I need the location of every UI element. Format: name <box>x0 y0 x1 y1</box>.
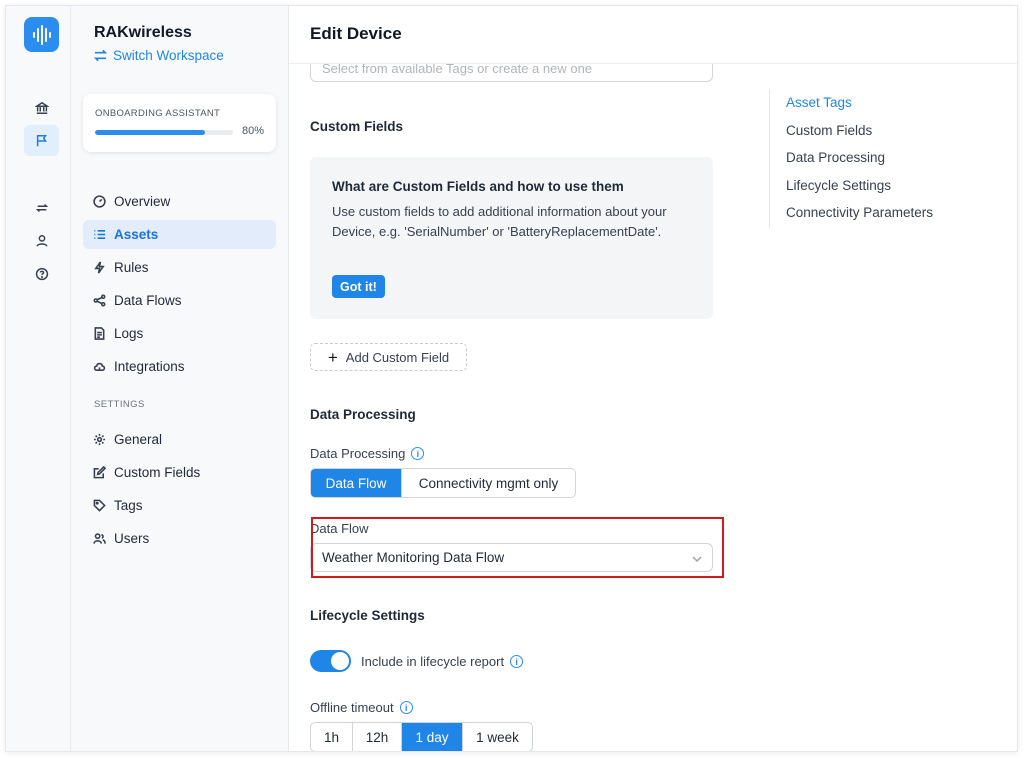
rail-help-button[interactable] <box>24 258 59 289</box>
connectivity-only-option[interactable]: Connectivity mgmt only <box>402 469 575 497</box>
swap-icon <box>35 203 48 212</box>
rail-swap-button[interactable] <box>24 192 59 223</box>
nav-item-rules[interactable]: Rules <box>83 253 276 282</box>
info-icon[interactable]: i <box>399 701 413 714</box>
lifecycle-section-title: Lifecycle Settings <box>310 608 425 623</box>
workspace-name: RAKwireless <box>94 24 192 41</box>
anchor-lifecycle-settings[interactable]: Lifecycle Settings <box>786 172 933 200</box>
data-flow-label: Data Flow <box>310 521 369 536</box>
got-it-button[interactable]: Got it! <box>332 275 385 298</box>
rail-flag-button[interactable] <box>24 125 59 156</box>
nav-item-label: Logs <box>114 326 144 341</box>
switch-workspace-link[interactable]: Switch Workspace <box>94 48 224 63</box>
timeout-1-day-option[interactable]: 1 day <box>402 723 463 751</box>
info-icon[interactable]: i <box>510 655 524 668</box>
log-icon <box>94 327 105 340</box>
offline-timeout-toggle-group: 1h 12h 1 day 1 week <box>310 722 533 751</box>
flag-icon <box>36 134 47 146</box>
info-box-title: What are Custom Fields and how to use th… <box>332 179 624 194</box>
list-icon <box>94 229 106 240</box>
bank-icon <box>34 101 49 114</box>
help-icon <box>35 267 48 280</box>
sidebar: RAKwireless Switch Workspace ONBOARDING … <box>71 6 289 751</box>
nav-item-general[interactable]: General <box>83 425 276 454</box>
add-custom-field-button[interactable]: + Add Custom Field <box>310 343 467 371</box>
page-header: Edit Device <box>289 6 1017 64</box>
nav-item-integrations[interactable]: Integrations <box>83 352 276 381</box>
icon-rail <box>6 6 71 751</box>
users-icon <box>93 533 106 544</box>
onboarding-assistant-card[interactable]: ONBOARDING ASSISTANT 80% <box>83 94 276 152</box>
data-flow-select-value: Weather Monitoring Data Flow <box>322 550 505 565</box>
settings-section-header: SETTINGS <box>94 399 145 410</box>
section-anchor-nav: Asset Tags Custom Fields Data Processing… <box>769 89 933 229</box>
onboarding-progress-bar <box>95 130 233 135</box>
soundwave-logo-icon <box>32 24 51 45</box>
nav-item-label: Custom Fields <box>114 465 201 480</box>
nav-item-label: Tags <box>114 498 143 513</box>
nav-item-logs[interactable]: Logs <box>83 319 276 348</box>
rail-user-button[interactable] <box>24 225 59 256</box>
switch-arrows-icon <box>94 49 107 62</box>
user-icon <box>35 234 48 247</box>
nav-item-label: Assets <box>114 227 159 242</box>
share-icon <box>93 294 106 307</box>
nav-item-users[interactable]: Users <box>83 524 276 553</box>
add-custom-field-label: Add Custom Field <box>345 349 450 365</box>
nav-item-label: Rules <box>114 260 149 275</box>
lifecycle-report-toggle[interactable] <box>310 650 351 672</box>
dashboard-icon <box>93 195 106 208</box>
anchor-data-processing[interactable]: Data Processing <box>786 144 933 172</box>
main-content: Edit Device Select from available Tags o… <box>289 6 1017 751</box>
cloud-icon <box>93 362 106 372</box>
gear-icon <box>93 433 106 446</box>
custom-fields-info-box: What are Custom Fields and how to use th… <box>310 157 713 319</box>
data-processing-toggle-group: Data Flow Connectivity mgmt only <box>310 468 576 498</box>
nav-item-label: Data Flows <box>114 293 182 308</box>
timeout-12h-option[interactable]: 12h <box>353 723 402 751</box>
nav-item-label: Overview <box>114 194 171 209</box>
rak-logo[interactable] <box>24 17 59 52</box>
tag-icon <box>93 499 106 512</box>
lightning-icon <box>94 261 105 274</box>
data-processing-label: Data Processing i <box>310 446 425 461</box>
nav-item-label: General <box>114 432 163 447</box>
nav-item-overview[interactable]: Overview <box>83 187 276 216</box>
anchor-connectivity-parameters[interactable]: Connectivity Parameters <box>786 199 933 227</box>
nav-item-assets[interactable]: Assets <box>83 220 276 249</box>
timeout-1-week-option[interactable]: 1 week <box>463 723 532 751</box>
app-window: RAKwireless Switch Workspace ONBOARDING … <box>5 5 1018 752</box>
rail-bank-button[interactable] <box>24 92 59 123</box>
edit-icon <box>93 466 106 479</box>
data-processing-label-text: Data Processing <box>310 446 406 461</box>
chevron-down-icon <box>692 552 702 563</box>
nav-item-tags[interactable]: Tags <box>83 491 276 520</box>
plus-icon: + <box>327 347 338 367</box>
lifecycle-report-label-text: Include in lifecycle report <box>361 654 505 669</box>
data-processing-section-title: Data Processing <box>310 407 416 422</box>
anchor-asset-tags[interactable]: Asset Tags <box>786 89 933 117</box>
nav-item-label: Users <box>114 531 150 546</box>
custom-fields-section-title: Custom Fields <box>310 119 404 134</box>
timeout-1h-option[interactable]: 1h <box>311 723 353 751</box>
toggle-knob <box>331 652 349 670</box>
offline-timeout-label: Offline timeout i <box>310 700 413 715</box>
onboarding-progress-label: 80% <box>241 125 264 137</box>
nav-item-label: Integrations <box>114 359 185 374</box>
onboarding-progress-fill <box>95 130 206 135</box>
lifecycle-report-label: Include in lifecycle report i <box>361 654 524 669</box>
data-flow-select[interactable]: Weather Monitoring Data Flow <box>310 543 713 572</box>
onboarding-title: ONBOARDING ASSISTANT <box>95 108 221 119</box>
nav-item-custom-fields[interactable]: Custom Fields <box>83 458 276 487</box>
offline-timeout-label-text: Offline timeout <box>310 700 394 715</box>
data-flow-option[interactable]: Data Flow <box>311 469 402 497</box>
page-title: Edit Device <box>310 24 402 43</box>
info-box-text: Use custom fields to add additional info… <box>332 204 667 239</box>
anchor-custom-fields[interactable]: Custom Fields <box>786 117 933 145</box>
nav-item-data-flows[interactable]: Data Flows <box>83 286 276 315</box>
switch-workspace-label: Switch Workspace <box>113 48 224 63</box>
info-icon[interactable]: i <box>411 447 425 460</box>
